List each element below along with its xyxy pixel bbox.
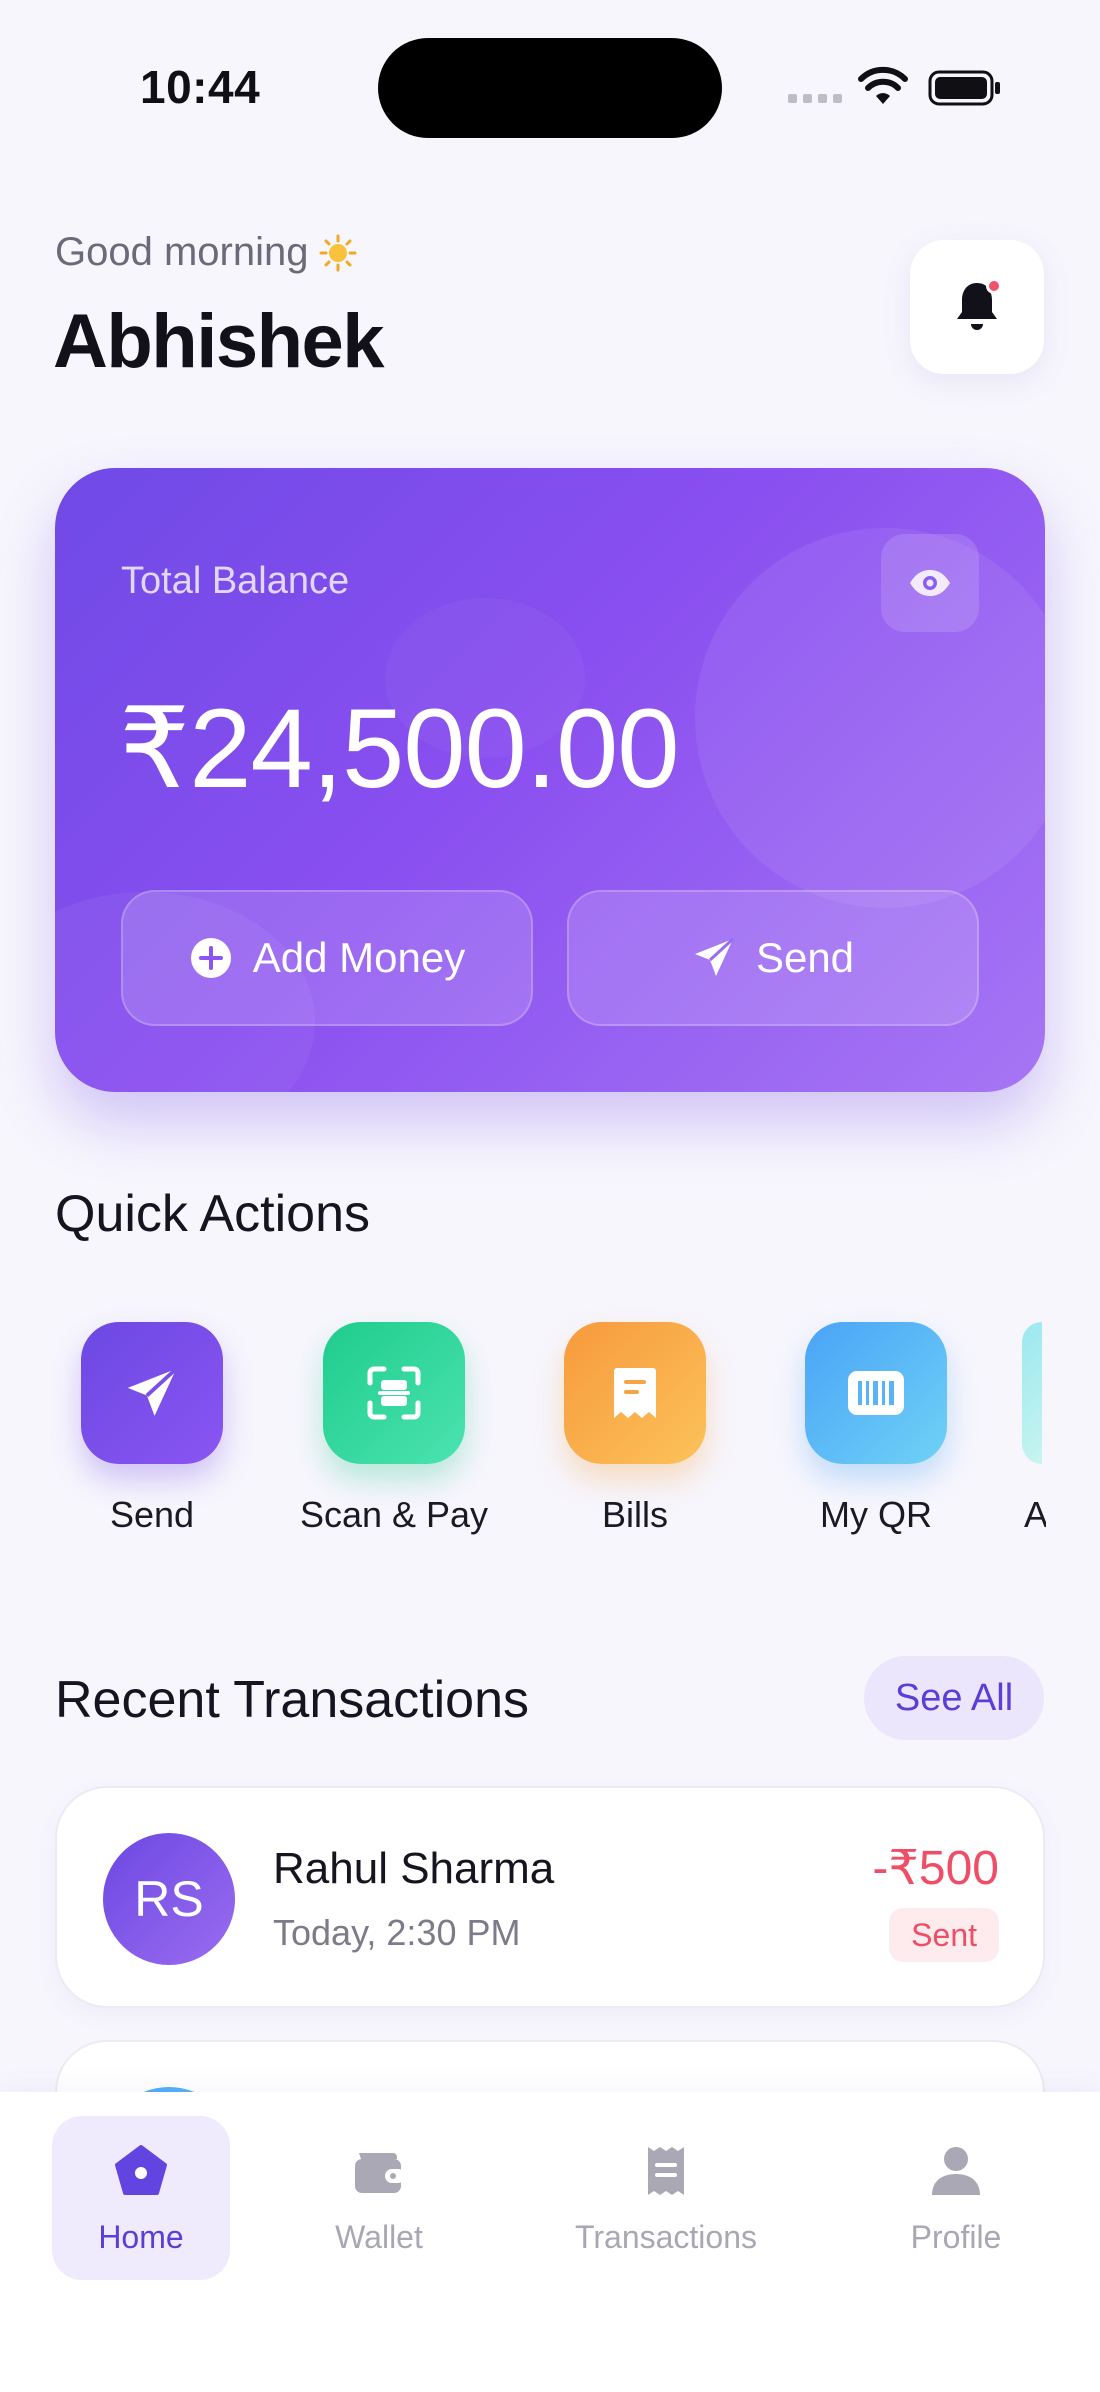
nav-item-transactions[interactable]: Transactions [560, 2116, 772, 2280]
bottom-navigation: Home Wallet Transactions Profile [0, 2092, 1100, 2392]
greeting-text: Good morning [55, 230, 309, 274]
quick-action-tile [323, 1322, 465, 1464]
transaction-card[interactable]: RS Rahul Sharma Today, 2:30 PM -₹500 Sen… [55, 1786, 1045, 2008]
quick-action-label: Send [109, 1494, 195, 1535]
user-icon [932, 2146, 980, 2195]
home-icon [115, 2144, 167, 2195]
nav-item-wallet[interactable]: Wallet [290, 2116, 468, 2280]
nav-label: Profile [910, 2218, 1002, 2255]
quick-action-tile [81, 1322, 223, 1464]
add-money-label: Add Money [252, 934, 466, 981]
bill-icon [614, 1368, 656, 1418]
recent-transactions-title: Recent Transactions [55, 1671, 530, 1729]
wallet-icon [355, 2152, 405, 2193]
greeting: Good morning [55, 230, 358, 275]
toggle-balance-visibility-button[interactable] [881, 534, 979, 632]
send-label: Send [755, 934, 855, 981]
eye-icon [910, 570, 950, 596]
transaction-time: Today, 2:30 PM [273, 1912, 521, 1953]
balance-amount: ₹24,500.00 [119, 686, 680, 811]
add-money-button[interactable]: Add Money [121, 890, 533, 1026]
avatar: RS [103, 1833, 235, 1965]
receipt-icon [648, 2146, 684, 2195]
see-all-button[interactable]: See All [864, 1656, 1044, 1740]
quick-action-tile [805, 1322, 947, 1464]
quick-action-label: Bills [601, 1494, 668, 1535]
cellular-signal-icon [788, 94, 844, 106]
quick-action-my-qr[interactable]: My QR [756, 1322, 996, 1536]
quick-action-bills[interactable]: Bills [515, 1322, 755, 1536]
status-time: 10:44 [140, 61, 261, 113]
nav-item-home[interactable]: Home [52, 2116, 230, 2280]
send-icon [694, 937, 734, 976]
nav-item-profile[interactable]: Profile [866, 2116, 1046, 2280]
send-icon [127, 1367, 178, 1416]
qr-icon [848, 1371, 904, 1415]
quick-actions-title: Quick Actions [55, 1185, 371, 1243]
notification-dot [986, 278, 1002, 294]
battery-icon [928, 70, 1000, 106]
status-badge: Sent [889, 1908, 999, 1962]
quick-action-partial-label: A [1024, 1494, 1046, 1535]
nav-label: Transactions [575, 2218, 757, 2255]
plus-circle-icon [190, 938, 231, 978]
nav-label: Home [98, 2218, 184, 2255]
balance-label: Total Balance [121, 560, 350, 602]
quick-action-send[interactable]: Send [32, 1322, 272, 1536]
sun-icon [319, 234, 357, 271]
quick-action-partial-tile[interactable] [1022, 1322, 1042, 1464]
wifi-icon [858, 66, 908, 104]
quick-action-label: Scan & Pay [299, 1494, 489, 1535]
quick-action-label: My QR [820, 1494, 932, 1535]
quick-action-scan-pay[interactable]: Scan & Pay [274, 1322, 514, 1536]
nav-label: Wallet [335, 2218, 423, 2255]
transaction-amount: -₹500 [872, 1842, 999, 1895]
send-button[interactable]: Send [567, 890, 979, 1026]
notifications-button[interactable] [910, 240, 1044, 374]
card-decoration [695, 528, 1045, 908]
home-screen: 10:44 Good morning Abhishek Total Balanc… [0, 0, 1100, 2392]
dynamic-island [378, 38, 722, 138]
quick-action-tile [564, 1322, 706, 1464]
user-name: Abhishek [53, 299, 385, 384]
transaction-name: Rahul Sharma [273, 1844, 555, 1893]
balance-card: Total Balance ₹24,500.00 Add Money Send [55, 468, 1045, 1092]
scan-icon [367, 1366, 421, 1420]
